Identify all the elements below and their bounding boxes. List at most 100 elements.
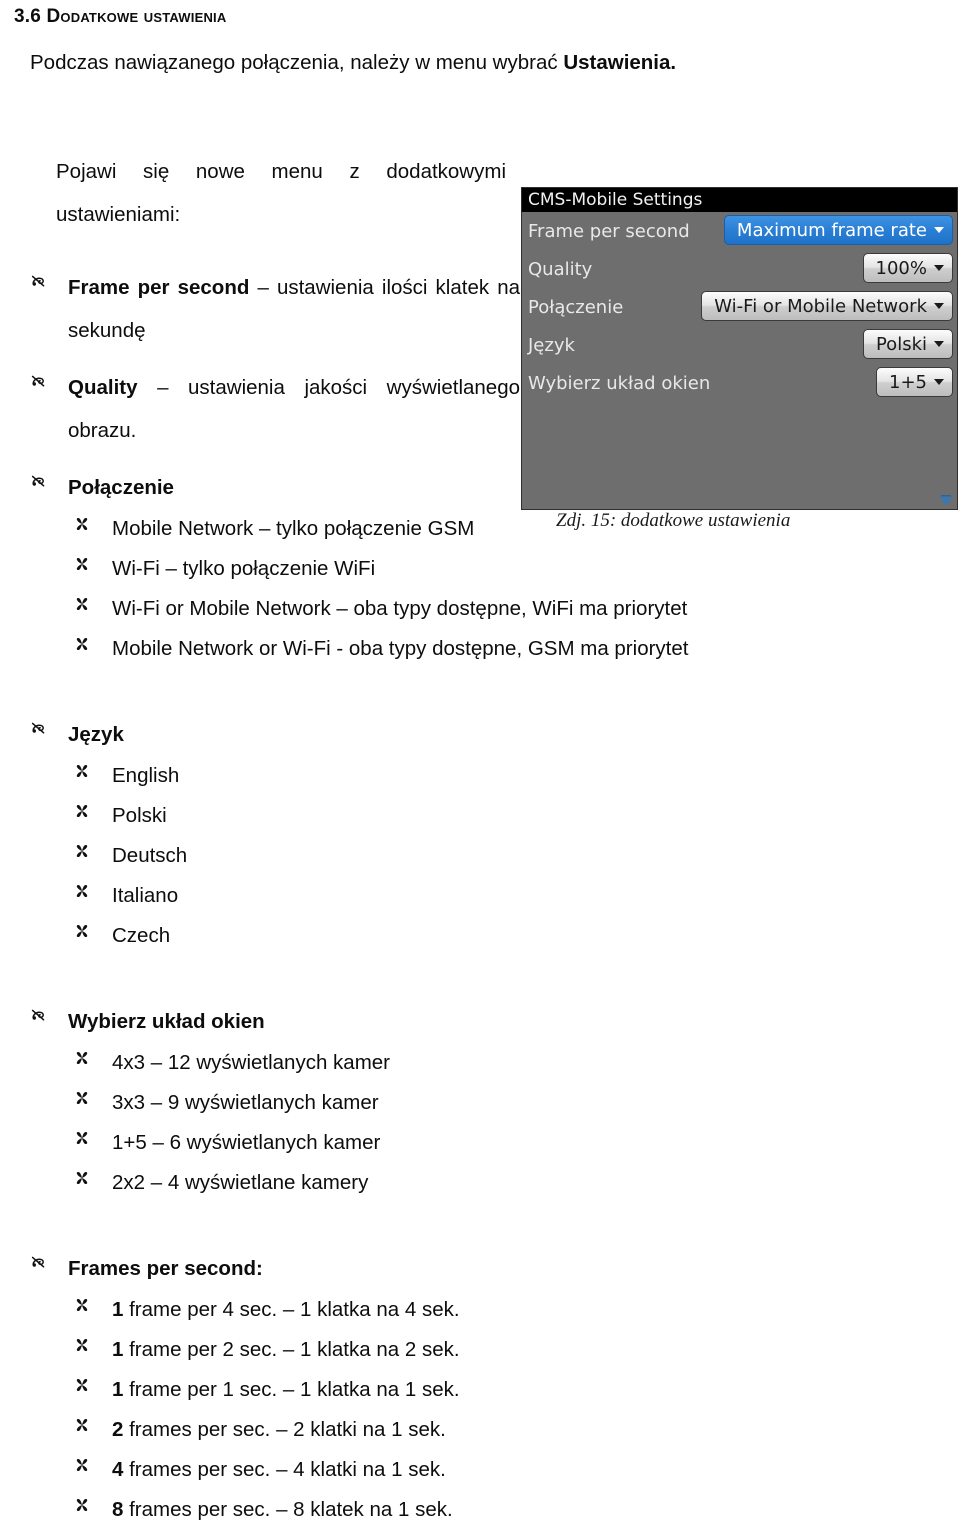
sub-bullet-label: Italiano — [112, 884, 179, 908]
chevron-down-icon — [934, 379, 944, 385]
panel-title: CMS-Mobile Settings — [522, 188, 957, 212]
sub-bullet-item: Wi-Fi or Mobile Network – oba typy dostę… — [0, 589, 687, 629]
cms-mobile-settings-panel: CMS-Mobile Settings Frame per second Max… — [521, 187, 958, 510]
setting-row-quality: Quality 100% — [522, 250, 957, 288]
four-petal-flower-bullet-icon — [74, 1290, 90, 1321]
body-column: Pojawi się nowe menu z dodatkowymi ustaw… — [0, 150, 688, 1530]
scroll-down-chevron-icon[interactable] — [938, 493, 954, 507]
sub-bullet-item: 3x3 – 9 wyświetlanych kamer — [0, 1083, 520, 1123]
sub-bullet-label: 4x3 – 12 wyświetlanych kamer — [112, 1051, 391, 1075]
setting-row-jezyk: Język Polski — [522, 326, 957, 364]
section-jezyk: Język English Polski Deutsch Italiano Cz… — [0, 713, 520, 956]
intro-menu-paragraph: Pojawi się nowe menu z dodatkowymi ustaw… — [56, 160, 506, 227]
sub-bullet-item: 8 frames per sec. – 8 klatek na 1 sek. — [0, 1490, 520, 1530]
settings-rows: Frame per second Maximum frame rate Qual… — [522, 212, 957, 402]
pen-flourish-bullet-icon — [30, 1000, 48, 1036]
section-wybierz-uklad-okien: Wybierz układ okien 4x3 – 12 wyświetlany… — [0, 1000, 520, 1203]
sub-bullet-item: Mobile Network – tylko połączenie GSM — [0, 509, 520, 549]
intro-text: Podczas nawiązanego połączenia, należy w… — [30, 51, 564, 74]
dropdown-value: Wi-Fi or Mobile Network — [714, 295, 927, 317]
sub-bullet-label: frames per sec. – 4 klatki na 1 sek. — [123, 1457, 446, 1481]
page-title: 3.6 Dodatkowe ustawienia — [14, 6, 227, 27]
bullet-lead: Quality — [68, 376, 138, 400]
sub-bullet-label: Wi-Fi or Mobile Network – oba typy dostę… — [112, 597, 688, 621]
sub-bullet-item: Mobile Network or Wi-Fi - oba typy dostę… — [0, 629, 688, 669]
four-petal-flower-bullet-icon — [74, 1410, 90, 1441]
bullet-item: Frame per second – ustawienia ilości kla… — [0, 266, 520, 352]
sub-bullet-label: frames per sec. – 8 klatek na 1 sek. — [123, 1497, 453, 1521]
four-petal-flower-bullet-icon — [74, 796, 90, 827]
pen-flourish-bullet-icon — [30, 266, 48, 302]
setting-row-frame-per-second: Frame per second Maximum frame rate — [522, 212, 957, 250]
section-polaczenie: Połączenie Mobile Network – tylko połącz… — [0, 466, 688, 669]
sub-bullet-item: Polski — [0, 796, 520, 836]
setting-control: Polski — [862, 329, 953, 359]
sub-bullet-item: 4x3 – 12 wyświetlanych kamer — [0, 1043, 520, 1083]
dropdown-value: Maximum frame rate — [736, 219, 927, 241]
pen-flourish-bullet-icon — [30, 713, 48, 749]
sub-bullet-lead: 1 — [112, 1298, 124, 1322]
sub-bullet-label: 1+5 – 6 wyświetlanych kamer — [112, 1131, 381, 1155]
frame-per-second-dropdown[interactable]: Maximum frame rate — [723, 215, 953, 245]
sub-bullet-item: 2 frames per sec. – 2 klatki na 1 sek. — [0, 1410, 520, 1450]
dropdown-value: Polski — [875, 333, 927, 355]
pen-flourish-bullet-icon — [30, 366, 48, 402]
sub-bullet-label: Polski — [112, 804, 167, 828]
pen-flourish-bullet-icon — [30, 466, 48, 502]
sub-bullet-label: frame per 2 sec. – 1 klatka na 2 sek. — [123, 1338, 460, 1362]
sub-bullet-label: Deutsch — [112, 844, 188, 868]
section-frames-per-second: Frames per second: 1 frame per 4 sec. – … — [0, 1247, 520, 1530]
setting-control: 100% — [862, 253, 953, 283]
chevron-down-icon — [934, 227, 944, 233]
dropdown-value: 1+5 — [889, 371, 927, 393]
four-petal-flower-bullet-icon — [74, 836, 90, 867]
four-petal-flower-bullet-icon — [74, 1163, 90, 1194]
sub-bullet-lead: 1 — [112, 1378, 124, 1401]
sub-bullet-label: Mobile Network – tylko połączenie GSM — [112, 517, 475, 541]
section-quality: Quality – ustawienia jakości wyświetlane… — [0, 366, 520, 452]
sub-bullet-item: English — [0, 756, 520, 796]
setting-row-polaczenie: Połączenie Wi-Fi or Mobile Network — [522, 288, 957, 326]
sub-bullet-item: 1 frame per 4 sec. – 1 klatka na 4 sek. — [0, 1290, 520, 1330]
sub-bullet-lead: 1 — [112, 1338, 124, 1362]
setting-label: Wybierz układ okien — [528, 372, 711, 394]
sub-bullet-lead: 2 — [112, 1417, 124, 1441]
sub-bullet-label: 2x2 – 4 wyświetlane kamery — [112, 1171, 369, 1195]
quality-dropdown[interactable]: 100% — [862, 253, 953, 283]
sub-bullet-lead: 4 — [112, 1457, 124, 1481]
sub-bullet-item: 4 frames per sec. – 4 klatki na 1 sek. — [0, 1450, 520, 1490]
polaczenie-dropdown[interactable]: Wi-Fi or Mobile Network — [701, 291, 953, 321]
intro-bold-term: Ustawienia. — [563, 51, 677, 74]
sub-bullet-item: Czech — [0, 916, 520, 956]
sub-bullet-item: 1 frame per 2 sec. – 1 klatka na 2 sek. — [0, 1330, 520, 1370]
bullet-item: Quality – ustawienia jakości wyświetlane… — [0, 366, 520, 452]
bullet-item: Język — [0, 713, 520, 756]
setting-label: Quality — [528, 258, 593, 280]
sub-bullet-label: English — [112, 764, 180, 788]
sub-bullet-label: Mobile Network or Wi-Fi - oba typy dostę… — [112, 637, 689, 661]
setting-label: Frame per second — [528, 220, 690, 242]
sub-bullet-item: Deutsch — [0, 836, 520, 876]
setting-row-wybierz-uklad-okien: Wybierz układ okien 1+5 — [522, 364, 957, 402]
four-petal-flower-bullet-icon — [74, 1083, 90, 1114]
chevron-down-icon — [934, 303, 944, 309]
bullet-item: Połączenie — [0, 466, 520, 509]
setting-label: Połączenie — [528, 296, 624, 318]
four-petal-flower-bullet-icon — [74, 1370, 90, 1401]
four-petal-flower-bullet-icon — [74, 549, 90, 580]
bullet-item: Wybierz układ okien — [0, 1000, 520, 1043]
bullet-lead: Frames per second: — [68, 1257, 263, 1281]
four-petal-flower-bullet-icon — [74, 756, 90, 787]
sub-bullet-label: Czech — [112, 924, 171, 948]
uklad-okien-dropdown[interactable]: 1+5 — [876, 367, 953, 397]
four-petal-flower-bullet-icon — [74, 1450, 90, 1481]
four-petal-flower-bullet-icon — [74, 509, 90, 540]
setting-label: Język — [528, 334, 575, 356]
setting-control: Maximum frame rate — [723, 215, 953, 245]
four-petal-flower-bullet-icon — [74, 629, 90, 660]
four-petal-flower-bullet-icon — [74, 1330, 90, 1361]
sub-bullet-lead: 8 — [112, 1497, 124, 1521]
jezyk-dropdown[interactable]: Polski — [862, 329, 953, 359]
bullet-lead: Połączenie — [68, 476, 174, 500]
bullet-lead: Frame per second — [68, 276, 250, 300]
